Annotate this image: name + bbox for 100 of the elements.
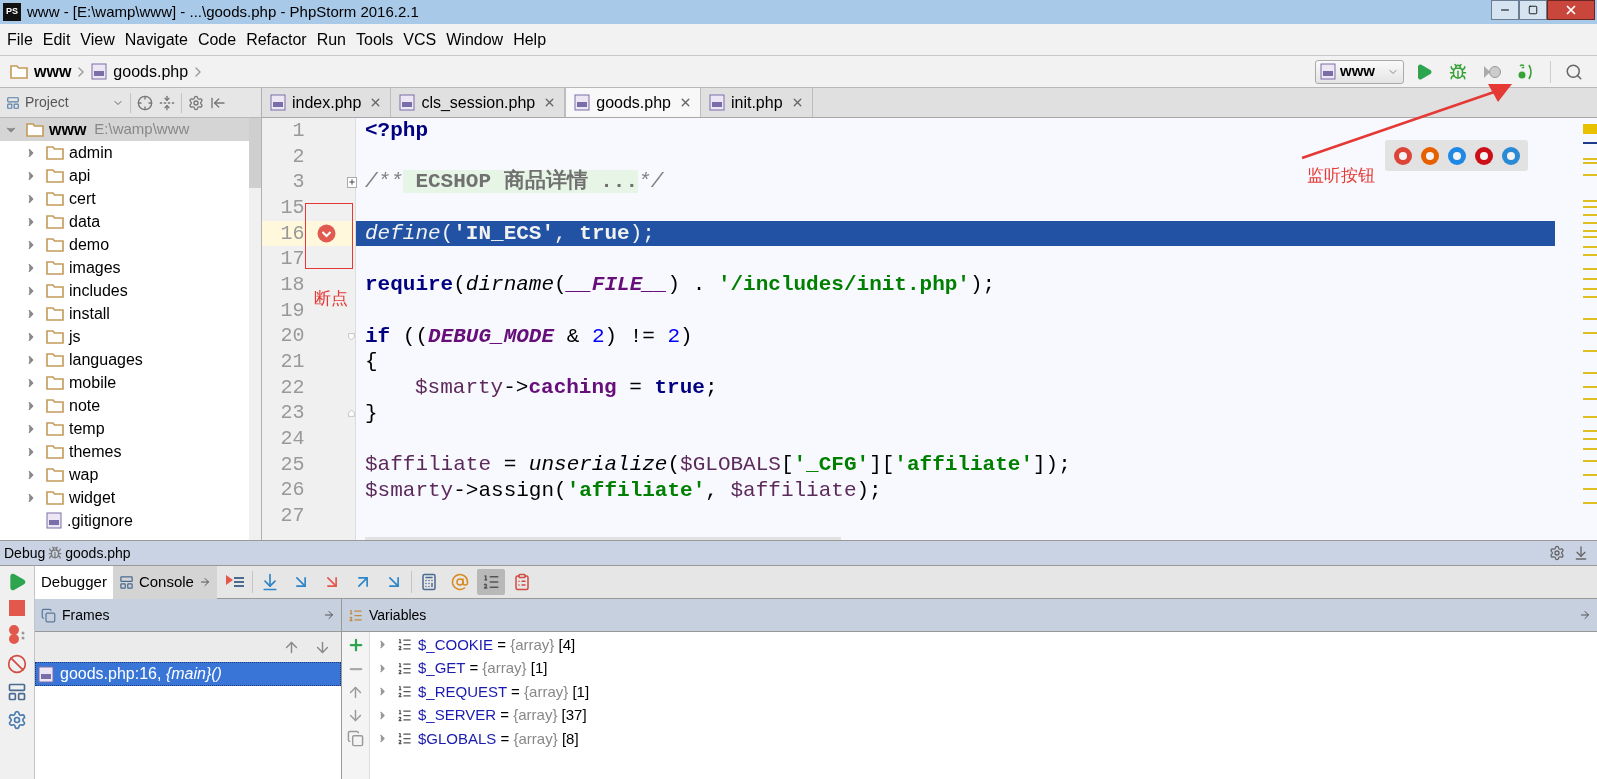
tree-item[interactable]: data [0, 210, 249, 233]
debug-tab[interactable]: Debugger [35, 565, 113, 599]
tree-item[interactable]: languages [0, 348, 249, 371]
mute-breakpoints-icon[interactable] [7, 654, 27, 674]
tree-item-label: languages [69, 349, 143, 370]
tree-item-label: .gitignore [67, 510, 133, 531]
pin-icon[interactable] [323, 609, 335, 621]
collapse-icon[interactable] [159, 94, 175, 111]
menu-item[interactable]: Tools [351, 27, 399, 52]
browser-icon[interactable] [1446, 145, 1467, 166]
settings-icon[interactable] [1549, 545, 1565, 561]
search-icon [1565, 62, 1583, 81]
variable-entry[interactable]: $_SERVER = {array} [37] [418, 704, 587, 727]
menu-item[interactable]: Refactor [241, 27, 312, 52]
tree-item[interactable]: cert [0, 187, 249, 210]
down-arrow-icon[interactable] [347, 707, 364, 724]
bug-icon[interactable] [1449, 62, 1467, 81]
line-number: 22 [279, 374, 305, 401]
code-line: if ((DEBUG_MODE & 2) != 2) [365, 323, 693, 350]
tree-item[interactable]: includes [0, 279, 249, 302]
restore-layout-icon[interactable] [512, 573, 531, 591]
close-button[interactable] [1547, 0, 1595, 20]
code-line: $smarty->caching = true; [415, 374, 718, 401]
tree-item[interactable]: temp [0, 417, 249, 440]
crosshair-icon[interactable] [137, 94, 153, 111]
debug-tab[interactable]: Console [112, 565, 217, 599]
list-icon[interactable] [481, 573, 500, 591]
run-icon[interactable] [1415, 62, 1433, 81]
tree-item[interactable]: images [0, 256, 249, 279]
browser-icon[interactable] [1419, 145, 1440, 166]
array-icon [397, 660, 412, 676]
layout-icon[interactable] [7, 682, 27, 702]
browser-icon[interactable] [1500, 145, 1521, 166]
code-line: { [365, 349, 378, 376]
coverage-icon[interactable] [1483, 63, 1501, 80]
tree-item[interactable]: install [0, 302, 249, 325]
browser-icon[interactable] [1392, 145, 1413, 166]
fold-start-icon[interactable] [348, 330, 355, 342]
line-number: 24 [279, 426, 305, 453]
variable-entry[interactable]: $_GET = {array} [1] [418, 657, 548, 680]
menu-item[interactable]: Window [441, 27, 509, 52]
tree-item[interactable]: mobile [0, 371, 249, 394]
folder-icon [46, 145, 64, 160]
menu-item[interactable]: View [75, 27, 120, 52]
editor-tab[interactable]: goods.php [565, 88, 701, 117]
frame-row[interactable]: goods.php:16, {main}() [35, 662, 341, 686]
maximize-button[interactable] [1519, 0, 1547, 20]
hide-icon[interactable] [1573, 545, 1589, 561]
maximize-icon [1528, 5, 1538, 15]
breakpoint-icon[interactable] [316, 224, 336, 244]
app-logo: PS [3, 3, 21, 21]
folder-icon [46, 237, 64, 252]
tree-item[interactable]: demo [0, 233, 249, 256]
tree-item-label: install [69, 303, 110, 324]
folder-icon [46, 329, 64, 344]
tree-item[interactable]: .gitignore [0, 509, 249, 532]
watch-icon[interactable] [450, 573, 469, 591]
pin-icon[interactable] [1579, 609, 1591, 621]
tree-item[interactable]: wap [0, 463, 249, 486]
up-arrow-icon[interactable] [347, 684, 364, 701]
menu-item[interactable]: File [2, 27, 38, 52]
menu-item[interactable]: Navigate [119, 27, 193, 52]
run-config-dropdown[interactable]: www [1315, 59, 1404, 84]
tree-item[interactable]: themes [0, 440, 249, 463]
tree-item[interactable]: api [0, 164, 249, 187]
minimize-button[interactable] [1491, 0, 1519, 20]
browser-icon[interactable] [1473, 145, 1494, 166]
resume-icon[interactable] [7, 572, 27, 592]
copy-icon[interactable] [347, 730, 364, 747]
code-line: $smarty->assign('affiliate', $affiliate); [365, 477, 882, 504]
tree-item[interactable]: www E:\wamp\www [0, 118, 249, 141]
variable-entry[interactable]: $_COOKIE = {array} [4] [418, 633, 576, 656]
variable-entry[interactable]: $_REQUEST = {array} [1] [418, 680, 590, 703]
breadcrumb[interactable]: goods.php [113, 59, 189, 84]
variables-icon [348, 607, 363, 623]
tree-item-label: admin [69, 142, 113, 163]
fold-end-icon[interactable] [348, 407, 355, 419]
settings-icon[interactable] [7, 710, 27, 730]
menu-item[interactable]: Edit [37, 27, 76, 52]
execution-point-icon[interactable] [224, 574, 245, 590]
panel-title: Frames [62, 605, 110, 625]
folder-icon [46, 398, 64, 413]
expand-fold-icon[interactable] [346, 176, 357, 188]
menu-item[interactable]: Help [508, 27, 552, 52]
settings-icon[interactable] [188, 94, 204, 111]
tree-item[interactable]: admin [0, 141, 249, 164]
line-number: 26 [279, 477, 305, 504]
breadcrumb[interactable]: www [34, 59, 72, 84]
frames-icon [41, 607, 56, 623]
tree-item[interactable]: widget [0, 486, 249, 509]
tree-item-label: includes [69, 280, 128, 301]
menu-item[interactable]: VCS [398, 27, 442, 52]
evaluate-icon[interactable] [419, 573, 438, 591]
menu-item[interactable]: Run [311, 27, 351, 52]
menu-item[interactable]: Code [192, 27, 242, 52]
line-number: 18 [279, 271, 305, 298]
tree-item[interactable]: js [0, 325, 249, 348]
variable-entry[interactable]: $GLOBALS = {array} [8] [418, 727, 579, 750]
annotation-frame [305, 203, 353, 269]
tree-item[interactable]: note [0, 394, 249, 417]
